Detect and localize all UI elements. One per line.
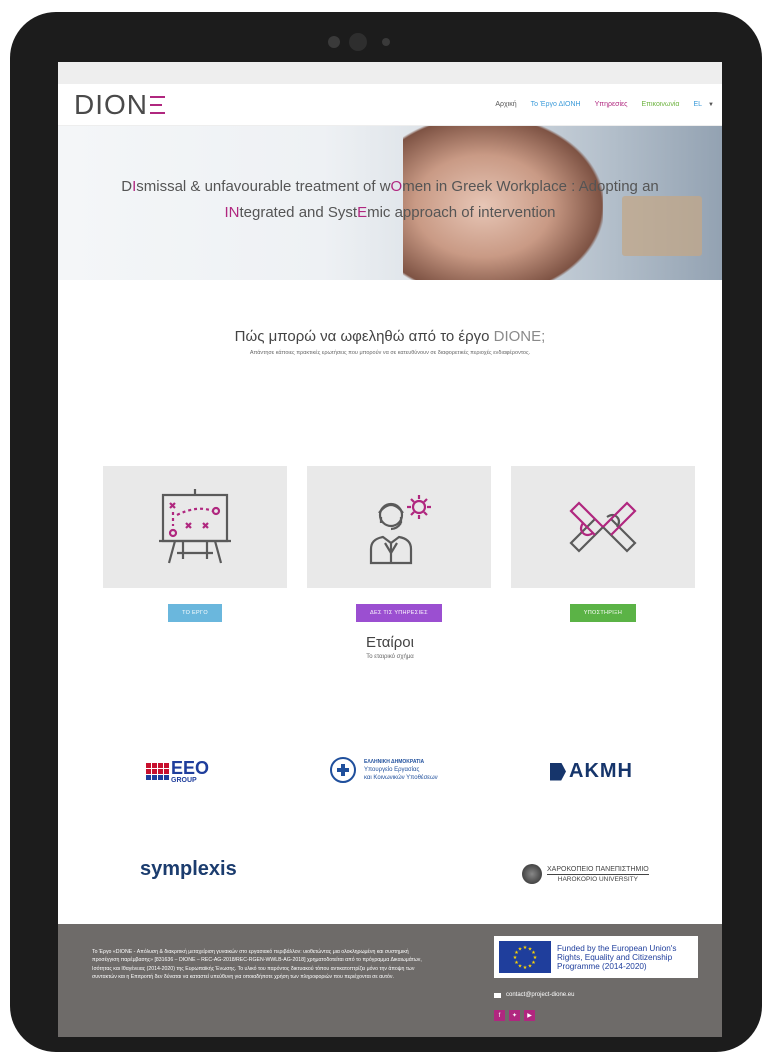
envelope-icon: [494, 992, 501, 998]
feature-cards: ΤΟ ΕΡΓΟ ΔΕΣ ΤΙΣ ΥΠΗΡΕΣΙΕΣ ΥΠΟΣΤΗΡΙΞΗ: [58, 466, 722, 622]
front-camera: [349, 33, 367, 51]
holding-hands-icon: [569, 501, 637, 553]
ministry-line-1: ΕΛΛΗΝΙΚΗ ΔΗΜΟΚΡΑΤΙΑ: [364, 759, 425, 765]
card-services: ΔΕΣ ΤΙΣ ΥΠΗΡΕΣΙΕΣ: [307, 466, 491, 622]
language-label: EL: [693, 101, 703, 108]
card-project: ΤΟ ΕΡΓΟ: [103, 466, 287, 622]
akmi-name: AKMH: [569, 760, 633, 782]
menu-home[interactable]: Αρχική: [495, 101, 516, 108]
sensor-dot: [382, 38, 390, 46]
hero-text-segment: tegrated and Syst: [239, 204, 358, 221]
eu-text-line-3: Programme (2014-2020): [557, 961, 647, 971]
eeo-grid-icon: [146, 763, 169, 780]
ministry-line-3: και Κοινωνικών Υποθέσεων: [364, 775, 438, 781]
svg-text:★: ★: [523, 965, 528, 971]
svg-text:★: ★: [528, 964, 533, 970]
eu-stars-icon: ★ ★★★ ★★★★ ★★★★: [513, 945, 538, 971]
partners-subtitle: Το εταιρικό σχήμα: [366, 654, 414, 660]
menu-services[interactable]: Υπηρεσίες: [595, 101, 628, 108]
partner-akmi-logo[interactable]: AKMH: [550, 760, 633, 783]
eu-funding-badge: ★ ★ ★ ★ ★ ★ ★ ★ ★ ★ ★ ★ Funded by the European Un…: [494, 936, 698, 978]
site-header: DION Αρχική Το Έργο ΔΙΟΝΗ Υπηρεσίες Επικ…: [58, 84, 722, 126]
eu-text-line-1: Funded by the European Union's: [557, 943, 677, 953]
akmi-mark-icon: [550, 762, 566, 781]
facebook-icon[interactable]: f: [494, 1010, 505, 1021]
partner-symplexis-logo[interactable]: symplexis: [140, 858, 237, 881]
eeo-sub: GROUP: [171, 777, 197, 784]
card-services-image[interactable]: [307, 466, 491, 588]
svg-text:★: ★: [518, 947, 523, 953]
project-button[interactable]: ΤΟ ΕΡΓΟ: [168, 604, 222, 622]
hero-line-2: INtegrated and SystEmic approach of inte…: [58, 200, 722, 226]
language-selector[interactable]: EL ▼: [693, 101, 714, 108]
harokopio-line-2: HAROKOPIO UNIVERSITY: [557, 875, 638, 883]
browser-viewport: DION Αρχική Το Έργο ΔΙΟΝΗ Υπηρεσίες Επικ…: [58, 62, 722, 1037]
hero-acronym-letter: IN: [224, 204, 240, 221]
partner-harokopio-logo[interactable]: ΧΑΡΟΚΟΠΕΙΟ ΠΑΝΕΠΙΣΤΗΜΙΟ HAROKOPIO UNIVER…: [522, 864, 649, 884]
eu-text-line-2: Rights, Equality and Citizenship: [557, 952, 673, 962]
sensor-dot: [328, 36, 340, 48]
services-button[interactable]: ΔΕΣ ΤΙΣ ΥΠΗΡΕΣΙΕΣ: [356, 604, 442, 622]
harokopio-seal-icon: [522, 864, 542, 884]
browser-top-strip: [58, 62, 722, 84]
harokopio-line-1: ΧΑΡΟΚΟΠΕΙΟ ΠΑΝΕΠΙΣΤΗΜΙΟ: [547, 865, 649, 875]
main-menu: Αρχική Το Έργο ΔΙΟΝΗ Υπηρεσίες Επικοινων…: [495, 101, 722, 108]
footer-disclaimer: Το Έργο «DIONE - Απόλυση & διακριτική με…: [92, 949, 422, 980]
strategy-board-icon: [159, 489, 231, 564]
hero-banner: DIsmissal & unfavourable treatment of wO…: [58, 126, 722, 280]
card-project-image[interactable]: [103, 466, 287, 588]
eu-flag-icon: ★ ★ ★ ★ ★ ★ ★ ★ ★ ★ ★ ★: [499, 941, 551, 973]
dione-logo[interactable]: DION: [74, 89, 165, 121]
benefit-subtitle: Απάντησε κάποιες πρακτικές ερωτήσεις που…: [249, 350, 531, 356]
tablet-frame: DION Αρχική Το Έργο ΔΙΟΝΗ Υπηρεσίες Επικ…: [10, 12, 762, 1052]
card-support-image[interactable]: [511, 466, 695, 588]
benefit-title: Πώς μπορώ να ωφεληθώ από το έργο DIONE;: [58, 328, 722, 345]
partner-ministry-logo[interactable]: ΕΛΛΗΝΙΚΗ ΔΗΜΟΚΡΑΤΙΑ Υπουργείο Εργασίας κ…: [330, 757, 438, 783]
hero-text-segment: men in Greek Workplace : Adopting an: [402, 178, 659, 195]
greek-emblem-icon: [330, 757, 356, 783]
benefit-title-accent: DIONE;: [493, 328, 546, 345]
hero-line-1: DIsmissal & unfavourable treatment of wO…: [58, 174, 722, 200]
eeo-name: EEO: [171, 758, 210, 778]
hero-acronym-letter: E: [357, 204, 368, 221]
partners-title: Εταίροι: [366, 634, 414, 651]
footer-contact[interactable]: contact@project-dione.eu: [494, 992, 574, 998]
logo-e-mark: [150, 95, 165, 115]
logo-text: DION: [74, 88, 148, 120]
menu-project[interactable]: Το Έργο ΔΙΟΝΗ: [531, 101, 581, 108]
support-button[interactable]: ΥΠΟΣΤΗΡΙΞΗ: [569, 604, 637, 622]
symplexis-name: symplexis: [140, 858, 237, 880]
hero-headline: DIsmissal & unfavourable treatment of wO…: [58, 174, 722, 226]
hero-text-segment: D: [121, 178, 133, 195]
ministry-line-2: Υπουργείο Εργασίας: [364, 767, 420, 773]
card-support: ΥΠΟΣΤΗΡΙΞΗ: [511, 466, 695, 622]
social-links: f ✦ ▶: [494, 1010, 535, 1021]
youtube-icon[interactable]: ▶: [524, 1010, 535, 1021]
menu-contact[interactable]: Επικοινωνία: [642, 101, 680, 108]
benefit-title-main: Πώς μπορώ να ωφεληθώ από το έργο: [234, 328, 494, 345]
contact-email[interactable]: contact@project-dione.eu: [506, 992, 574, 998]
twitter-icon[interactable]: ✦: [509, 1010, 520, 1021]
site-footer: Το Έργο «DIONE - Απόλυση & διακριτική με…: [58, 924, 722, 1037]
chevron-down-icon: ▼: [708, 101, 714, 108]
hero-text-segment: smissal & unfavourable treatment of w: [136, 178, 391, 195]
hero-text-segment: mic approach of intervention: [367, 204, 556, 221]
hero-acronym-letter: O: [390, 178, 403, 195]
support-agent-icon: [369, 495, 431, 565]
partner-eeo-logo[interactable]: EEO GROUP: [146, 759, 209, 784]
